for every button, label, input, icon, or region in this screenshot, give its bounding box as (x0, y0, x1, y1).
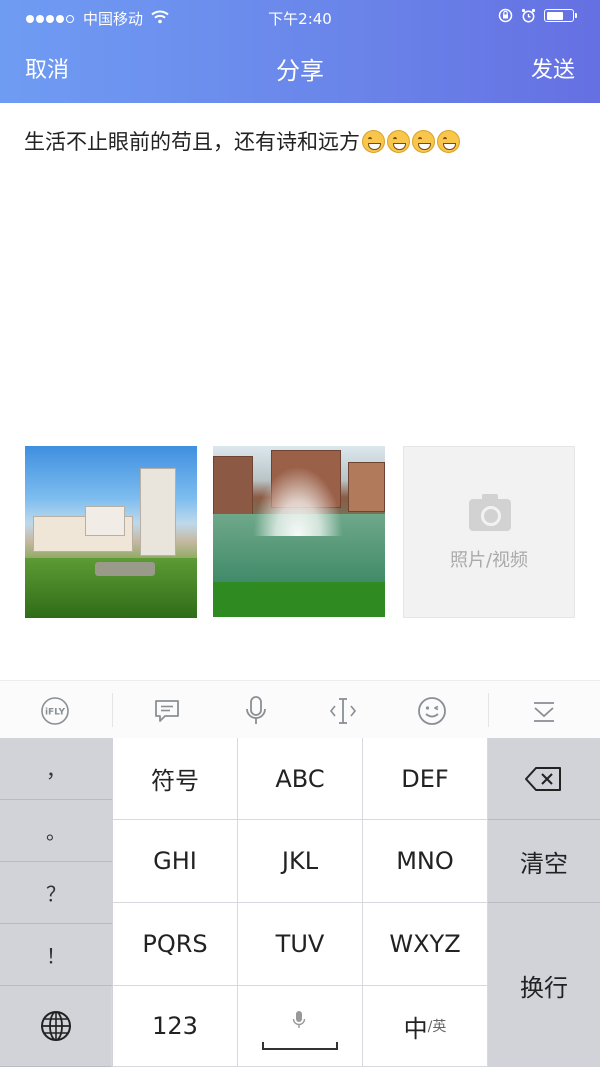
emoji-face-icon[interactable] (412, 691, 452, 731)
space-key[interactable] (238, 986, 363, 1067)
grin-icon (362, 129, 385, 153)
key-tuv[interactable]: TUV (238, 903, 363, 986)
tears-of-joy-icon (412, 129, 435, 153)
globe-icon (40, 1011, 71, 1041)
keyboard: ， 。 ？ ！ 符号 ABC DEF GHI JKL MNO PQRS TUV … (0, 738, 600, 1067)
keyboard-toolbar: iFLY (0, 680, 600, 738)
backspace-icon (525, 766, 561, 791)
punct-key-question[interactable]: ？ (0, 862, 112, 924)
header: 中国移动 下午2:40 取消 分享 发送 (0, 0, 600, 103)
key-mno[interactable]: MNO (363, 820, 488, 903)
photo-thumbnail[interactable] (213, 446, 385, 617)
post-text-input[interactable]: 生活不止眼前的苟且，还有诗和远方 (24, 126, 460, 156)
key-wxyz[interactable]: WXYZ (363, 903, 488, 986)
battery-icon (544, 9, 577, 22)
send-button[interactable]: 发送 (531, 52, 575, 84)
post-text: 生活不止眼前的苟且，还有诗和远方 (24, 130, 360, 154)
clear-key[interactable]: 清空 (488, 820, 600, 903)
camera-icon (469, 494, 511, 531)
microphone-small-icon (292, 1011, 306, 1028)
punct-key-exclaim[interactable]: ！ (0, 924, 112, 986)
enter-key[interactable]: 换行 (488, 903, 600, 1067)
lang-main-label: 中 (403, 1014, 428, 1043)
language-switch-key[interactable]: 中/英 (363, 986, 488, 1067)
grin-icon (387, 129, 410, 153)
key-jkl[interactable]: JKL (238, 820, 363, 903)
key-def[interactable]: DEF (363, 738, 488, 820)
alarm-icon (521, 8, 536, 23)
globe-key[interactable] (0, 986, 112, 1067)
key-symbols[interactable]: 符号 (113, 738, 238, 820)
page-title: 分享 (276, 57, 324, 85)
ifly-text: iFLY (45, 708, 66, 718)
smile-icon (437, 129, 460, 153)
key-pqrs[interactable]: PQRS (113, 903, 238, 986)
status-bar: 中国移动 下午2:40 (0, 0, 600, 34)
ifly-logo-icon[interactable]: iFLY (35, 691, 75, 731)
add-photo-video-button[interactable]: 照片/视频 (403, 446, 575, 618)
message-icon[interactable] (147, 691, 187, 731)
backspace-key[interactable] (488, 738, 600, 820)
text-cursor-icon[interactable] (323, 691, 363, 731)
collapse-keyboard-icon[interactable] (524, 691, 564, 731)
key-ghi[interactable]: GHI (113, 820, 238, 903)
lang-sub-label: /英 (427, 1019, 447, 1035)
add-media-label: 照片/视频 (449, 550, 529, 571)
key-numbers[interactable]: 123 (113, 986, 238, 1067)
microphone-icon[interactable] (236, 691, 276, 731)
punct-key-comma[interactable]: ， (0, 738, 112, 800)
space-bar-icon (262, 1042, 338, 1050)
photo-thumbnail[interactable] (25, 446, 197, 618)
key-abc[interactable]: ABC (238, 738, 363, 820)
orientation-lock-icon (498, 8, 513, 23)
punct-key-period[interactable]: 。 (0, 800, 112, 862)
status-right (490, 8, 577, 23)
